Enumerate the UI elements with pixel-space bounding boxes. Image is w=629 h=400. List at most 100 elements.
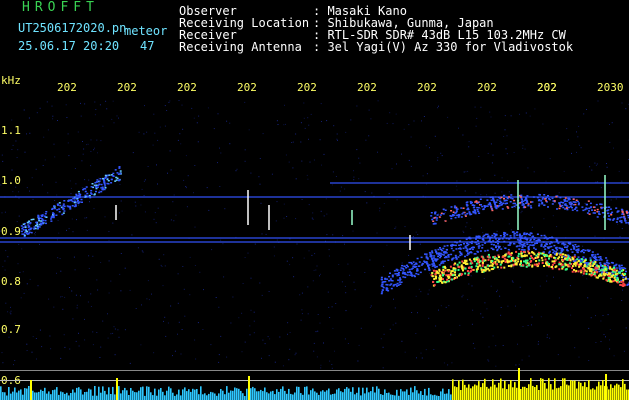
- noise-dot: [401, 340, 403, 342]
- noise-dot: [198, 115, 200, 117]
- trace-dot: [503, 198, 505, 200]
- trace-dot: [469, 213, 472, 216]
- noise-dot: [578, 356, 580, 358]
- hot-dot: [432, 281, 435, 283]
- hot-dot: [559, 253, 562, 256]
- trace-dot: [503, 231, 506, 234]
- trace-dot: [525, 241, 528, 244]
- level-bar: [200, 386, 202, 400]
- hot-dot: [469, 262, 472, 265]
- noise-dot: [180, 143, 182, 145]
- hot-dot: [506, 260, 509, 263]
- level-bar: [236, 388, 238, 400]
- noise-dot: [77, 131, 79, 133]
- level-bar: [162, 391, 164, 400]
- noise-dot: [577, 136, 579, 138]
- level-bar: [78, 387, 80, 400]
- noise-dot: [95, 109, 97, 110]
- level-bar: [342, 392, 344, 400]
- hot-dot: [574, 262, 577, 265]
- noise-dot: [525, 112, 527, 114]
- trace-dot: [38, 220, 41, 222]
- trace-dot: [79, 193, 82, 196]
- trace-dot: [505, 199, 508, 202]
- trace-dot: [608, 218, 611, 220]
- level-bar: [602, 380, 604, 400]
- level-bar: [76, 387, 78, 400]
- trace-dot: [561, 202, 564, 204]
- hot-dot: [528, 252, 531, 255]
- noise-dot: [465, 171, 467, 173]
- hot-dot: [496, 263, 498, 266]
- noise-dot: [8, 336, 10, 338]
- noise-dot: [345, 310, 347, 312]
- level-bar: [554, 378, 556, 400]
- noise-dot: [2, 362, 4, 364]
- trace-dot: [620, 274, 623, 277]
- noise-dot: [182, 128, 184, 130]
- hot-dot: [589, 265, 592, 268]
- trace-dot: [600, 259, 603, 261]
- trace-dot: [454, 244, 457, 247]
- hot-dot: [439, 275, 442, 277]
- noise-dot: [244, 160, 246, 162]
- trace-dot: [495, 246, 497, 249]
- trace-dot: [430, 212, 433, 214]
- trace-dot: [626, 284, 629, 286]
- level-bar: [294, 392, 296, 400]
- noise-dot: [440, 305, 442, 307]
- trace-dot: [438, 216, 441, 218]
- trace-dot: [103, 182, 106, 184]
- noise-dot: [220, 335, 222, 337]
- hot-dot: [483, 269, 485, 272]
- noise-dot: [16, 157, 18, 158]
- hot-dot: [614, 271, 617, 274]
- noise-dot: [74, 168, 76, 169]
- trace-dot: [464, 215, 467, 217]
- trace-dot: [456, 208, 459, 210]
- trace-dot: [519, 236, 522, 238]
- trace-dot: [585, 203, 588, 206]
- trace-dot: [436, 217, 438, 219]
- noise-dot: [522, 145, 524, 147]
- level-bar: [202, 394, 204, 400]
- level-bar: [626, 389, 628, 400]
- noise-dot: [327, 291, 329, 293]
- trace-dot: [550, 245, 553, 248]
- noise-dot: [29, 278, 31, 280]
- trace-dot: [594, 257, 596, 259]
- trace-dot: [521, 198, 523, 201]
- noise-dot: [471, 323, 473, 325]
- noise-dot: [84, 318, 85, 320]
- noise-dot: [333, 125, 335, 127]
- trace-dot: [431, 263, 434, 265]
- trace-dot: [406, 264, 408, 267]
- trace-dot: [386, 284, 389, 286]
- level-bar: [264, 387, 266, 400]
- trace-dot: [481, 244, 484, 246]
- level-bar: [168, 386, 170, 400]
- noise-dot: [317, 330, 319, 332]
- noise-dot: [84, 339, 86, 341]
- noise-dot: [154, 132, 156, 134]
- noise-dot: [253, 320, 255, 322]
- noise-dot: [481, 227, 482, 229]
- trace-dot: [493, 232, 496, 235]
- noise-dot: [250, 277, 252, 279]
- noise-dot: [468, 141, 470, 143]
- noise-dot: [241, 312, 243, 314]
- trace-dot: [106, 178, 109, 181]
- trace-dot: [611, 211, 614, 214]
- hot-dot: [613, 276, 616, 279]
- noise-dot: [23, 109, 25, 111]
- level-bar: [312, 388, 314, 400]
- level-bar: [150, 392, 152, 400]
- trace-dot: [29, 222, 32, 224]
- level-bar: [112, 386, 114, 400]
- level-bar: [378, 388, 380, 400]
- trace-dot: [381, 289, 384, 291]
- trace-dot: [437, 248, 440, 251]
- hot-dot: [609, 280, 612, 283]
- hot-dot: [531, 251, 534, 254]
- hot-dot: [584, 259, 587, 262]
